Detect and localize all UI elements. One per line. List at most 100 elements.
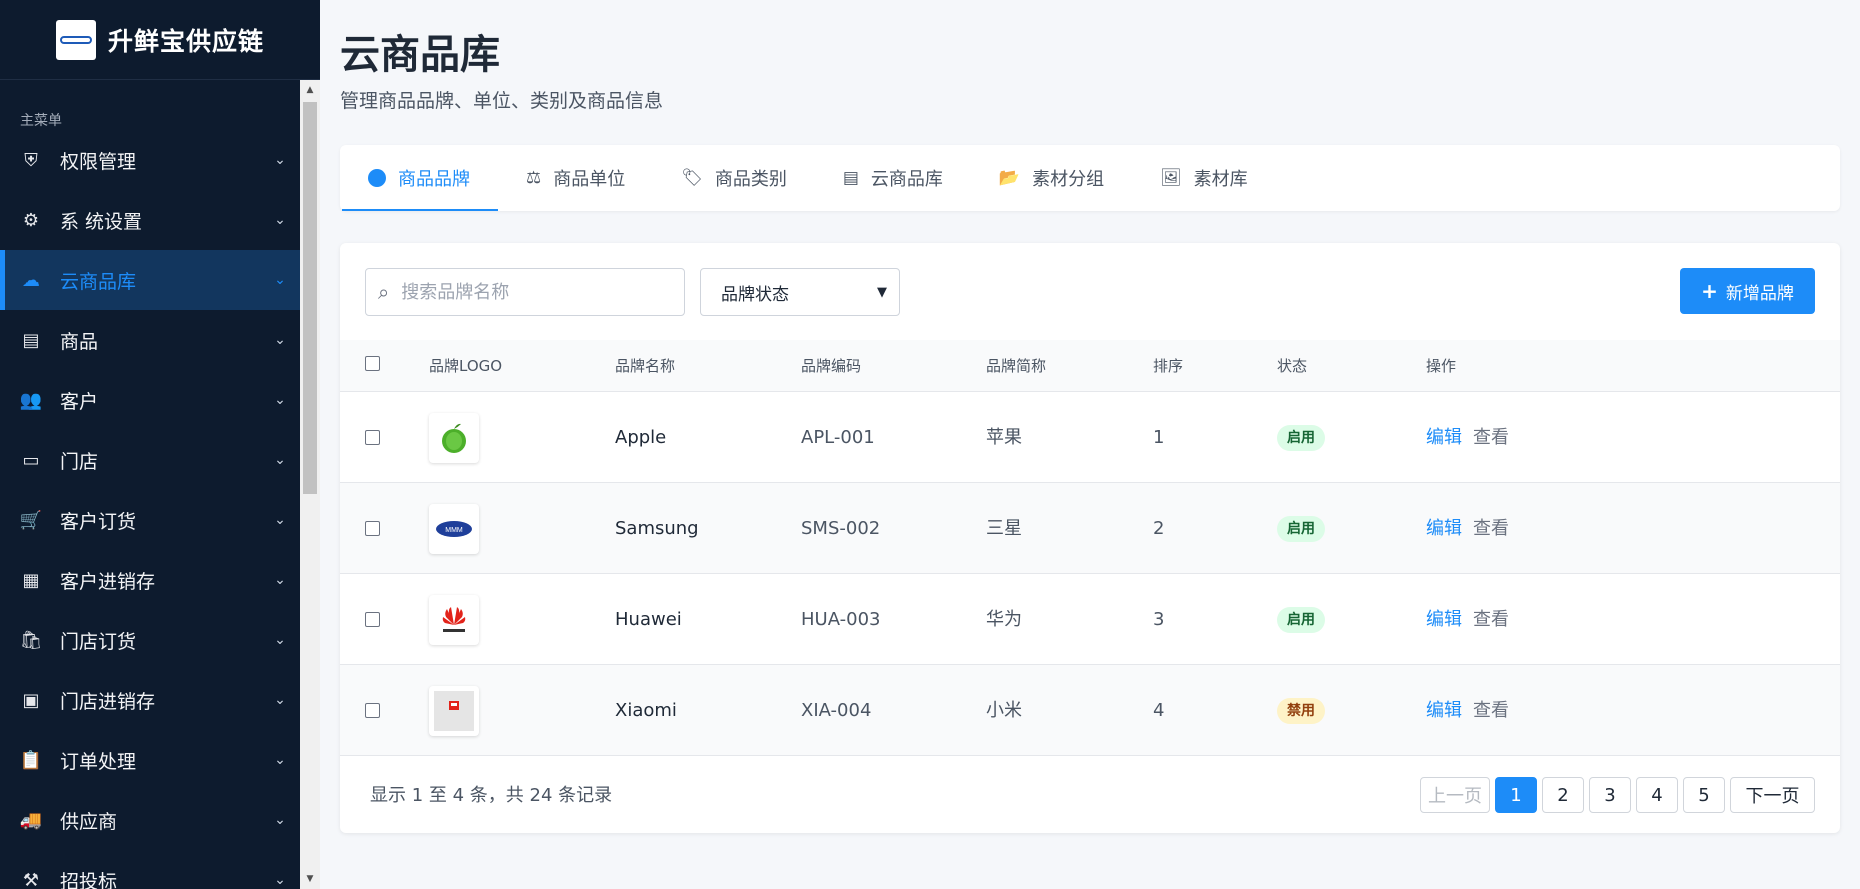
table-row: Apple APL-001 苹果 1 启用 编辑 查看 [340, 392, 1840, 483]
bag-icon: 🛍 [19, 629, 43, 651]
tab-cloud-products[interactable]: ▤ 云商品库 [815, 145, 971, 211]
brand-name: Samsung [615, 518, 699, 539]
pagination-info: 显示 1 至 4 条，共 24 条记录 [370, 785, 613, 806]
main-content: 云商品库 管理商品品牌、单位、类别及商品信息 C 商品品牌 ⚖ 商品单位 🏷 商品类别 ▤ 云… [320, 0, 1860, 889]
menu-caption: 主菜单 [20, 113, 62, 129]
sidebar-scrollbar[interactable]: ▲ ▼ [300, 80, 320, 889]
sidebar-item-bidding[interactable]: ⚒ 招投标 ⌄ [0, 850, 300, 889]
column-header-short: 品牌简称 [986, 357, 1047, 375]
edit-link[interactable]: 编辑 [1426, 392, 1462, 483]
prev-page-button[interactable]: 上一页 [1420, 777, 1490, 813]
column-header-sort: 排序 [1153, 357, 1184, 375]
plus-icon: + [1701, 279, 1718, 303]
table-header: 品牌LOGO 品牌名称 品牌编码 品牌简称 排序 状态 操作 [340, 340, 1840, 392]
chevron-down-icon: ⌄ [274, 212, 286, 228]
column-header-actions: 操作 [1426, 357, 1457, 375]
page-button-5[interactable]: 5 [1683, 777, 1725, 813]
warehouse-icon: ▦ [22, 569, 40, 591]
sidebar-item-order-processing[interactable]: 📋 订单处理 ⌄ [0, 730, 300, 790]
tab-categories[interactable]: 🏷 商品类别 [653, 145, 815, 211]
sidebar-item-stores[interactable]: ▭ 门店 ⌄ [0, 430, 300, 490]
gavel-icon: ⚒ [22, 869, 40, 889]
scroll-up-arrow-icon[interactable]: ▲ [300, 80, 320, 100]
tab-label: 商品类别 [714, 169, 787, 190]
scroll-down-arrow-icon[interactable]: ▼ [300, 869, 320, 889]
row-checkbox[interactable] [365, 703, 380, 718]
page-button-3[interactable]: 3 [1589, 777, 1631, 813]
brand-short-name: 三星 [986, 518, 1022, 539]
edit-link[interactable]: 编辑 [1426, 483, 1462, 574]
sidebar-item-suppliers[interactable]: 🚚 供应商 ⌄ [0, 790, 300, 850]
brand-sort: 1 [1153, 427, 1165, 448]
brand-short-name: 苹果 [986, 427, 1022, 448]
row-checkbox[interactable] [365, 430, 380, 445]
sidebar-item-customer-orders[interactable]: 🛒 客户订货 ⌄ [0, 490, 300, 550]
page-button-1[interactable]: 1 [1495, 777, 1537, 813]
xiaomi-logo [429, 686, 479, 736]
select-all-checkbox[interactable] [365, 356, 380, 371]
status-select[interactable]: 品牌状态 ▼ [700, 268, 900, 316]
tab-label: 云商品库 [870, 169, 943, 190]
brand-short-name: 小米 [986, 700, 1022, 721]
sidebar-item-customer-inventory[interactable]: ▦ 客户进销存 ⌄ [0, 550, 300, 610]
chevron-down-icon: ⌄ [274, 872, 286, 888]
next-page-button[interactable]: 下一页 [1730, 777, 1815, 813]
sidebar-item-store-orders[interactable]: 🛍 门店订货 ⌄ [0, 610, 300, 670]
sidebar-item-label: 招投标 [60, 870, 118, 889]
sidebar-item-customers[interactable]: 👥 客户 ⌄ [0, 370, 300, 430]
chevron-down-icon: ⌄ [274, 152, 286, 168]
view-link[interactable]: 查看 [1473, 574, 1509, 665]
sidebar-item-label: 客户订货 [60, 510, 137, 533]
search-icon: ⌕ [378, 280, 390, 304]
edit-link[interactable]: 编辑 [1426, 665, 1462, 756]
search-input[interactable] [401, 281, 652, 303]
status-badge: 启用 [1277, 516, 1325, 542]
row-checkbox[interactable] [365, 521, 380, 536]
chevron-down-icon: ▼ [877, 284, 887, 300]
sidebar-item-cloud-products[interactable]: ☁ 云商品库 ⌄ [0, 250, 300, 310]
brand-sort: 2 [1153, 518, 1165, 539]
sidebar-item-label: 系 统设置 [60, 210, 143, 233]
column-header-name: 品牌名称 [615, 357, 676, 375]
status-badge: 启用 [1277, 607, 1325, 633]
column-header-logo: 品牌LOGO [429, 357, 503, 375]
tab-label: 素材分组 [1032, 169, 1105, 190]
boxes-icon: ▣ [22, 689, 40, 711]
tab-material-groups[interactable]: 📂 素材分组 [971, 145, 1132, 211]
search-box[interactable]: ⌕ [365, 268, 685, 316]
copyright-icon: C [368, 168, 386, 188]
page-button-4[interactable]: 4 [1636, 777, 1678, 813]
image-icon: 🖼 [1160, 168, 1182, 188]
tab-brands[interactable]: C 商品品牌 [340, 145, 498, 211]
sidebar-item-permissions[interactable]: ⛨ 权限管理 ⌄ [0, 130, 300, 190]
chevron-down-icon: ⌄ [274, 272, 286, 288]
brand-table-card: ⌕ 品牌状态 ▼ + 新增品牌 品牌LOGO 品牌名称 品牌编码 品牌简称 排序… [340, 243, 1840, 833]
table-row: Xiaomi XIA-004 小米 4 禁用 编辑 查看 [340, 665, 1840, 756]
cloud-icon: ☁ [22, 269, 40, 291]
sidebar-item-label: 门店进销存 [60, 690, 156, 713]
view-link[interactable]: 查看 [1473, 392, 1509, 483]
add-brand-button[interactable]: + 新增品牌 [1680, 268, 1815, 314]
clipboard-check-icon: 📋 [19, 749, 43, 771]
chevron-down-icon: ⌄ [274, 512, 286, 528]
sidebar-item-products[interactable]: ▤ 商品 ⌄ [0, 310, 300, 370]
scrollbar-thumb[interactable] [303, 102, 317, 494]
edit-link[interactable]: 编辑 [1426, 574, 1462, 665]
tab-material-library[interactable]: 🖼 素材库 [1132, 145, 1276, 211]
sidebar-item-system-settings[interactable]: ⚙ 系 统设置 ⌄ [0, 190, 300, 250]
sidebar-item-store-inventory[interactable]: ▣ 门店进销存 ⌄ [0, 670, 300, 730]
gear-icon: ⚙ [22, 209, 40, 231]
brand-code: SMS-002 [801, 518, 881, 539]
view-link[interactable]: 查看 [1473, 483, 1509, 574]
sidebar-item-label: 云商品库 [60, 270, 137, 293]
brand-short-name: 华为 [986, 609, 1022, 630]
main-menu: 主菜单 ⛨ 权限管理 ⌄ ⚙ 系 统设置 ⌄ ☁ 云商品库 ⌄ ▤ 商品 ⌄ 👥 客户 ⌄ ▭ 门店 ⌄ 🛒 客户订货… [0, 80, 300, 889]
brand-name: Xiaomi [615, 700, 677, 721]
chevron-down-icon: ⌄ [274, 392, 286, 408]
row-checkbox[interactable] [365, 612, 380, 627]
tab-label: 素材库 [1193, 169, 1248, 190]
tab-units[interactable]: ⚖ 商品单位 [498, 145, 653, 211]
page-button-2[interactable]: 2 [1542, 777, 1584, 813]
view-link[interactable]: 查看 [1473, 665, 1509, 756]
svg-text:MMM: MMM [445, 527, 463, 534]
